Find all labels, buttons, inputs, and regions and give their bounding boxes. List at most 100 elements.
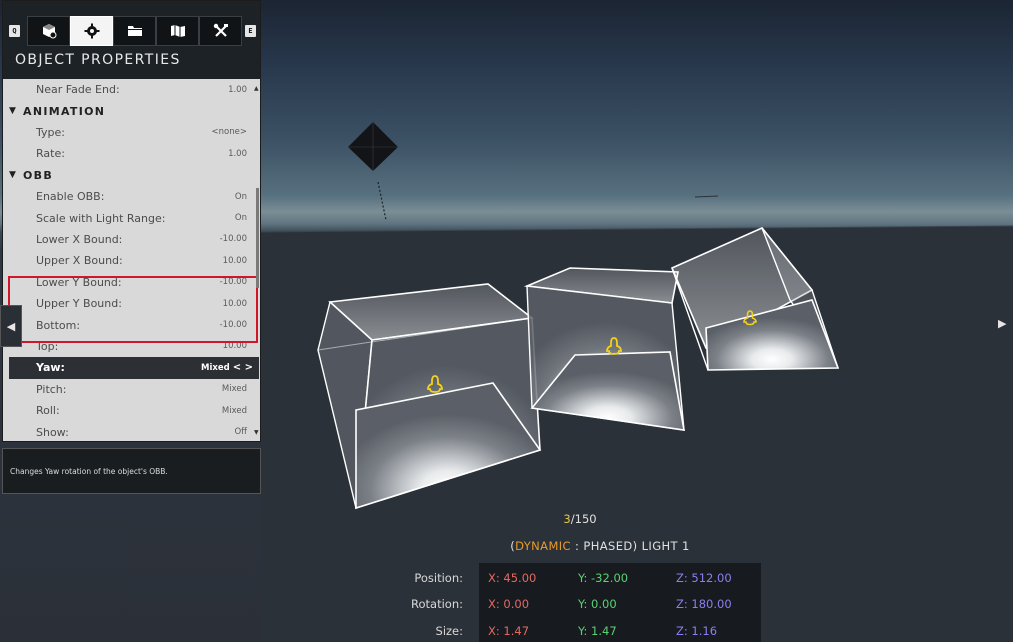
selection-total: /150 [570, 512, 597, 526]
property-row-show[interactable]: Show: Off [3, 421, 253, 442]
property-value-text: <none> [211, 127, 247, 138]
property-list[interactable]: Near Fade End: 1.00 ▼ ANIMATION Type: <none> R… [3, 79, 260, 442]
property-label: Yaw: [36, 361, 65, 375]
property-label: Pitch: [36, 382, 67, 396]
panel-header: Q E OBJECT PROPERTIES [3, 1, 260, 79]
property-label: Type: [36, 125, 65, 139]
scrollbar-thumb[interactable] [256, 188, 259, 288]
property-row-upper-y-bound[interactable]: Upper Y Bound: 10.00 [3, 293, 253, 314]
property-value: 10.00 [223, 299, 247, 309]
scroll-down-arrow[interactable]: ▼ [254, 429, 259, 436]
property-label: ANIMATION [23, 104, 106, 118]
property-value-text: -10.00 [219, 277, 247, 288]
tab-map[interactable] [156, 16, 199, 46]
section-header-animation[interactable]: ▼ ANIMATION [3, 100, 253, 121]
rotation-y: Y: 0.00 [578, 597, 617, 611]
tab-objects[interactable] [27, 16, 70, 46]
property-value-text: Mixed [201, 363, 230, 374]
property-label: Bottom: [36, 318, 81, 332]
property-value: Mixed [222, 406, 247, 416]
property-value: 10.00 [223, 341, 247, 351]
property-value: <none> [212, 127, 247, 137]
chevron-left-icon: ◀ [6, 319, 16, 333]
position-label: Position: [414, 571, 463, 585]
tab-tools[interactable] [199, 16, 242, 46]
size-y: Y: 1.47 [578, 624, 617, 638]
position-x: X: 45.00 [488, 571, 537, 585]
tab-files[interactable] [113, 16, 156, 46]
property-value-text: Mixed [221, 405, 247, 416]
position-y: Y: -32.00 [578, 571, 629, 585]
property-value-text: 10.00 [222, 341, 247, 352]
property-value-text: 1.00 [228, 148, 247, 159]
position-z: Z: 512.00 [676, 571, 732, 585]
property-row-lower-y-bound[interactable]: Lower Y Bound: -10.00 [3, 272, 253, 293]
light-marker-diamond[interactable] [348, 122, 398, 221]
caret-down-icon[interactable]: ▼ [9, 106, 16, 116]
property-value-text: On [234, 213, 247, 224]
map-icon [170, 25, 185, 37]
property-value: 1.00 [228, 149, 247, 159]
prev-tab-key-hint[interactable]: Q [9, 25, 20, 37]
property-value-text: Mixed [221, 384, 247, 395]
folder-icon [127, 26, 142, 36]
tab-properties[interactable] [70, 16, 113, 46]
property-label: Show: [36, 425, 69, 439]
expand-right-button[interactable]: ▶ [998, 317, 1006, 330]
property-label: Enable OBB: [36, 190, 105, 204]
property-label: Upper X Bound: [36, 254, 123, 268]
selection-current: 3 [563, 512, 571, 526]
property-label: Roll: [36, 404, 60, 418]
property-value: -10.00 [220, 320, 247, 330]
panel-tabbar [27, 16, 242, 46]
objects-icon [42, 24, 56, 39]
property-label: Lower X Bound: [36, 232, 123, 246]
property-value: -10.00 [220, 234, 247, 244]
property-row-rate[interactable]: Rate: 1.00 [3, 143, 253, 164]
tools-icon [213, 23, 228, 37]
property-row-roll[interactable]: Roll: Mixed [3, 400, 253, 421]
property-label: Near Fade End: [36, 83, 120, 97]
property-value: 10.00 [223, 256, 247, 266]
property-value[interactable]: Mixed < > [201, 362, 253, 373]
property-value-text: On [234, 191, 247, 202]
scroll-up-arrow[interactable]: ▲ [254, 85, 259, 92]
size-label: Size: [435, 624, 463, 638]
property-description: Changes Yaw rotation of the object's OBB… [2, 448, 261, 494]
property-label: Upper Y Bound: [36, 297, 122, 311]
property-row-pitch[interactable]: Pitch: Mixed [3, 379, 253, 400]
property-value-text: 10.00 [222, 255, 247, 266]
collapse-panel-button[interactable]: ◀ [0, 305, 22, 347]
obb-box-2[interactable] [523, 267, 685, 431]
property-row-type[interactable]: Type: <none> [3, 122, 253, 143]
property-value: 1.00 [228, 85, 247, 95]
property-label: Rate: [36, 147, 65, 161]
property-value-text: -10.00 [219, 234, 247, 245]
property-row-lower-x-bound[interactable]: Lower X Bound: -10.00 [3, 229, 253, 250]
property-value: -10.00 [220, 277, 247, 287]
rotation-x: X: 0.00 [488, 597, 530, 611]
property-value-text: Off [234, 427, 247, 438]
property-row-enable-obb[interactable]: Enable OBB: On [3, 186, 253, 207]
property-row-bottom[interactable]: Bottom: -10.00 [3, 314, 253, 335]
rotation-z: Z: 180.00 [676, 597, 732, 611]
property-value: On [235, 192, 247, 202]
property-row-upper-x-bound[interactable]: Upper X Bound: 10.00 [3, 250, 253, 271]
caret-down-icon[interactable]: ▼ [9, 170, 16, 180]
transform-values: X: 45.00 Y: -32.00 Z: 512.00 X: 0.00 Y: … [479, 563, 761, 642]
panel-title: OBJECT PROPERTIES [15, 52, 181, 68]
next-tab-key-hint[interactable]: E [245, 25, 256, 37]
property-row-near-fade-end[interactable]: Near Fade End: 1.00 [3, 79, 253, 100]
property-value-text: -10.00 [219, 320, 247, 331]
property-value: Mixed [222, 384, 247, 394]
property-row-scale-with-light-range[interactable]: Scale with Light Range: On [3, 207, 253, 228]
property-row-top[interactable]: Top: 10.00 [3, 336, 253, 357]
light-name-rest: : PHASED) LIGHT 1 [571, 539, 690, 553]
value-stepper-arrows[interactable]: < > [233, 362, 253, 373]
section-header-obb[interactable]: ▼ OBB [3, 165, 253, 186]
property-value: On [235, 213, 247, 223]
property-value-text: 10.00 [222, 298, 247, 309]
property-label: Top: [36, 339, 59, 353]
property-row-yaw[interactable]: Yaw: Mixed < > [9, 357, 259, 379]
gear-icon [84, 23, 99, 39]
